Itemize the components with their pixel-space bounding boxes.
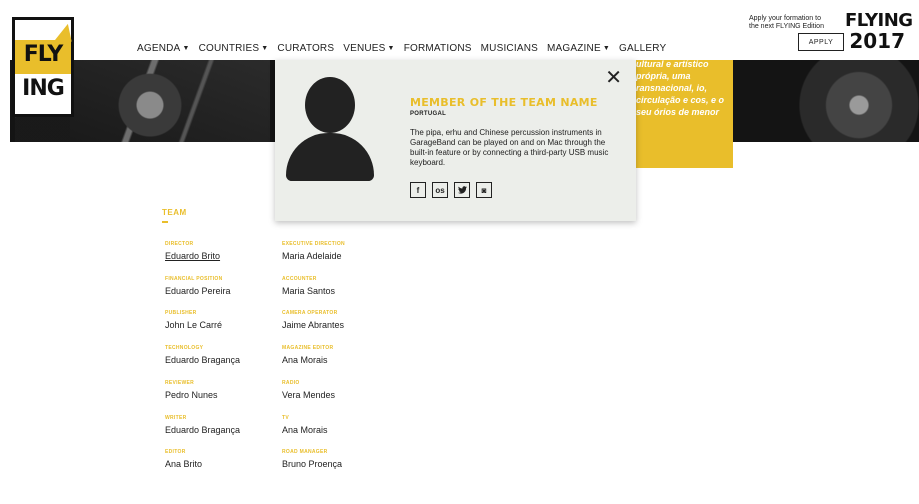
nav-item-curators[interactable]: CURATORS (277, 43, 334, 54)
chevron-down-icon: ▼ (602, 45, 610, 52)
apply-button[interactable]: APPLY (798, 33, 844, 51)
member-name: Bruno Proença (282, 459, 343, 469)
member-name: Jaime Abrantes (282, 320, 345, 330)
member-name: Eduardo Pereira (165, 286, 231, 296)
main-nav: AGENDA ▼ COUNTRIES ▼ CURATORS VENUES ▼ FORM… (137, 43, 666, 54)
member-name-link[interactable]: Eduardo Brito (165, 251, 220, 261)
avatar (286, 77, 374, 181)
edition-title: FLYING (845, 10, 913, 31)
member-role: TV (282, 415, 289, 421)
hero-photo-guitar (719, 60, 919, 142)
flying-logo[interactable]: FLY ING (12, 17, 74, 117)
team-member: ACCOUNTER Maria Santos (282, 276, 335, 296)
team-member-modal: ✕ MEMBER OF THE TEAM NAME PORTUGAL The p… (275, 60, 636, 221)
member-role: REVIEWER (165, 380, 195, 386)
member-role: EDITOR (165, 449, 186, 455)
member-role: CAMERA OPERATOR (282, 310, 338, 316)
team-section-title: TEAM (162, 208, 187, 217)
chevron-down-icon: ▼ (182, 45, 190, 52)
member-description: The pipa, erhu and Chinese percussion in… (410, 128, 609, 167)
team-member: EXECUTIVE DIRECTION Maria Adelaide (282, 241, 345, 261)
nav-item-countries[interactable]: COUNTRIES ▼ (199, 43, 269, 54)
chevron-down-icon: ▼ (261, 45, 269, 52)
member-name: MEMBER OF THE TEAM NAME (410, 96, 598, 109)
twitter-glyph (457, 186, 467, 194)
nav-item-label: GALLERY (618, 43, 667, 54)
nav-item-label: MUSICIANS (480, 43, 538, 54)
nav-item-agenda[interactable]: AGENDA ▼ (137, 43, 190, 54)
instagram-icon[interactable]: ◙ (476, 182, 492, 198)
logo-line-1: FLY (23, 42, 64, 67)
logo-line-2: ING (22, 76, 65, 101)
social-links: f os ◙ (410, 182, 492, 198)
facebook-icon[interactable]: f (410, 182, 426, 198)
member-name: Ana Brito (165, 459, 203, 469)
team-member: MAGAZINE EDITOR Ana Morais (282, 345, 333, 365)
team-member: CAMERA OPERATOR Jaime Abrantes (282, 310, 344, 330)
member-role: DIRECTOR (165, 241, 194, 247)
member-role: WRITER (165, 415, 187, 421)
member-role: ROAD MANAGER (282, 449, 328, 455)
team-member: EDITOR Ana Brito (165, 449, 202, 469)
team-member: REVIEWER Pedro Nunes (165, 380, 218, 400)
nav-item-gallery[interactable]: GALLERY (619, 43, 666, 54)
member-role: FINANCIAL POSITION (165, 276, 223, 282)
member-name: John Le Carré (165, 320, 223, 330)
apply-text: Apply your formation to the next FLYING … (749, 15, 824, 30)
nav-item-label: FORMATIONS (403, 43, 472, 54)
avatar-head (305, 77, 355, 133)
team-member: RADIO Vera Mendes (282, 380, 335, 400)
member-role: MAGAZINE EDITOR (282, 345, 334, 351)
team-member: FINANCIAL POSITION Eduardo Pereira (165, 276, 231, 296)
member-name: Pedro Nunes (165, 390, 218, 400)
team-member: TECHNOLOGY Eduardo Bragança (165, 345, 240, 365)
member-name: Maria Santos (282, 286, 336, 296)
member-name: Eduardo Bragança (165, 355, 241, 365)
nav-item-label: MAGAZINE (547, 43, 601, 54)
member-role: PUBLISHER (165, 310, 197, 316)
member-role: EXECUTIVE DIRECTION (282, 241, 345, 247)
team-member: WRITER Eduardo Bragança (165, 415, 240, 435)
hero-photo-microphone (70, 60, 270, 142)
hero-text: ultural e artístico própria, uma ransnac… (636, 60, 725, 117)
close-icon[interactable]: ✕ (605, 68, 622, 88)
team-title-underline (162, 221, 168, 223)
hero-text-panel: ultural e artístico própria, uma ransnac… (620, 60, 733, 168)
nav-item-magazine[interactable]: MAGAZINE ▼ (547, 43, 610, 54)
nav-item-label: VENUES (343, 43, 386, 54)
member-name: Ana Morais (282, 425, 328, 435)
lastfm-icon[interactable]: os (432, 182, 448, 198)
edition-year: 2017 (849, 29, 905, 53)
team-member: DIRECTOR Eduardo Brito (165, 241, 220, 261)
team-member: ROAD MANAGER Bruno Proença (282, 449, 342, 469)
twitter-icon[interactable] (454, 182, 470, 198)
member-name: Maria Adelaide (282, 251, 342, 261)
team-member: PUBLISHER John Le Carré (165, 310, 222, 330)
avatar-body (286, 133, 374, 181)
nav-item-formations[interactable]: FORMATIONS (404, 43, 472, 54)
nav-item-venues[interactable]: VENUES ▼ (343, 43, 394, 54)
nav-item-label: CURATORS (277, 43, 335, 54)
nav-item-label: AGENDA (137, 43, 181, 54)
member-name: Ana Morais (282, 355, 328, 365)
member-name: Eduardo Bragança (165, 425, 241, 435)
nav-item-musicians[interactable]: MUSICIANS (481, 43, 538, 54)
nav-item-label: COUNTRIES (198, 43, 260, 54)
member-role: RADIO (282, 380, 300, 386)
member-role: TECHNOLOGY (165, 345, 204, 351)
member-name: Vera Mendes (282, 390, 336, 400)
member-country: PORTUGAL (410, 111, 447, 117)
team-member: TV Ana Morais (282, 415, 328, 435)
chevron-down-icon: ▼ (387, 45, 395, 52)
edition-badge: FLYING 2017 (845, 10, 913, 53)
member-role: ACCOUNTER (282, 276, 317, 282)
